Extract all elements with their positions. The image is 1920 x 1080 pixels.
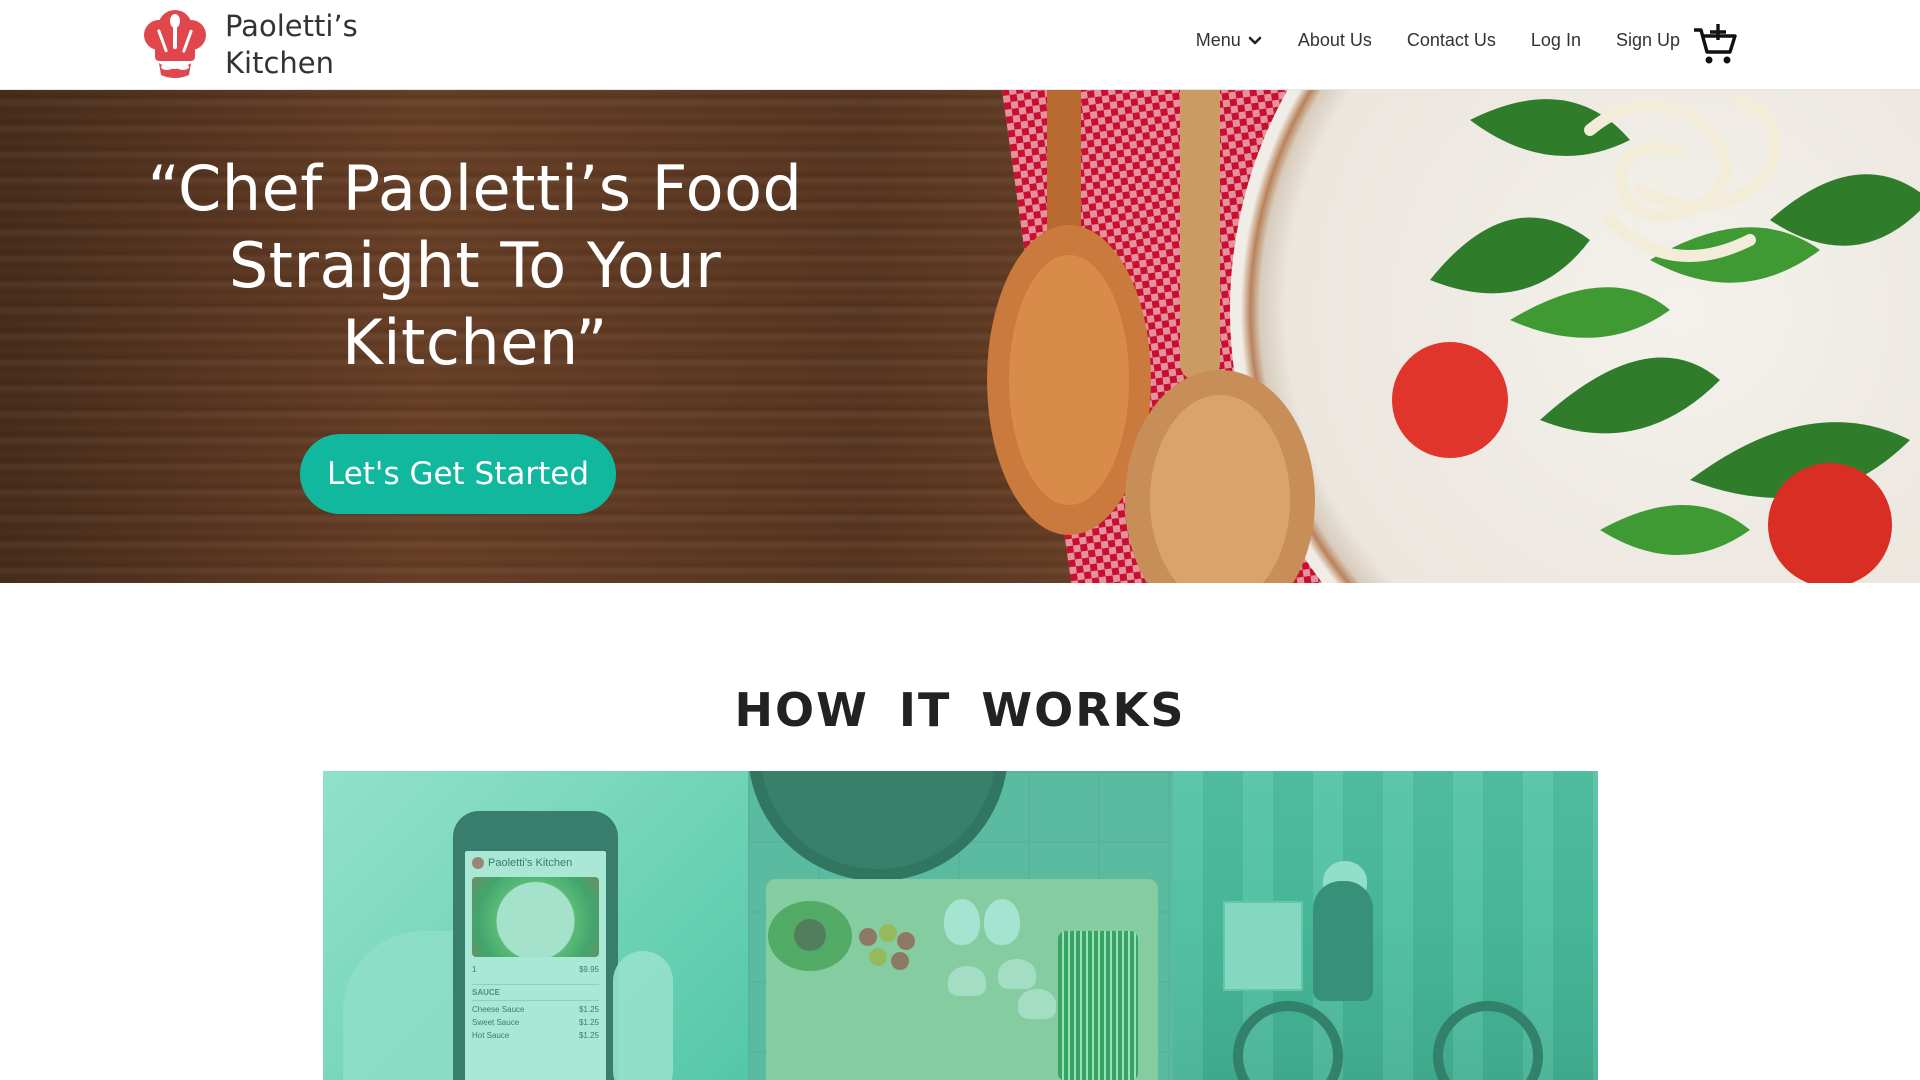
app-logo-icon: [472, 857, 484, 869]
mushroom: [998, 959, 1036, 989]
delivery-rider: [1313, 881, 1373, 1001]
cherry-tomatoes: [859, 924, 915, 970]
brand-name-line2: Kitchen: [225, 46, 334, 80]
app-header: Paoletti’s Kitchen: [472, 857, 599, 869]
salad-greens-image: [1392, 94, 1920, 583]
app-quantity-row: 1 $9.95: [472, 965, 599, 974]
phone-screen: Paoletti’s Kitchen 1 $9.95 SAUCE Cheese …: [465, 851, 606, 1080]
mushroom: [1018, 989, 1056, 1019]
step-order-online-image: Paoletti’s Kitchen 1 $9.95 SAUCE Cheese …: [323, 771, 748, 1080]
app-option-price: $1.25: [578, 1018, 599, 1027]
brand[interactable]: Paoletti’s Kitchen: [141, 8, 358, 82]
nav-menu-dropdown[interactable]: Menu: [1196, 30, 1263, 51]
app-option-name: Sweet Sauce: [472, 1018, 520, 1027]
nav-contact-us[interactable]: Contact Us: [1407, 30, 1496, 51]
nav-menu-label: Menu: [1195, 30, 1241, 50]
top-navbar: Paoletti’s Kitchen Menu About Us Contact…: [0, 0, 1920, 90]
app-option-row: Cheese Sauce $1.25: [472, 1005, 599, 1014]
how-it-works-steps: Paoletti’s Kitchen 1 $9.95 SAUCE Cheese …: [323, 771, 1598, 1080]
delivery-boxes: [1223, 901, 1303, 991]
app-section-label: SAUCE: [472, 984, 599, 1001]
app-option-name: Hot Sauce: [472, 1031, 510, 1040]
app-option-row: Sweet Sauce $1.25: [472, 1018, 599, 1027]
app-option-price: $1.25: [578, 1031, 599, 1040]
app-food-photo: [472, 877, 599, 957]
app-option-row: Hot Sauce $1.25: [472, 1031, 599, 1040]
nav-log-in[interactable]: Log In: [1531, 30, 1581, 51]
step-ingredients-image: [748, 771, 1173, 1080]
add-to-cart-icon[interactable]: [1692, 22, 1738, 66]
app-option-price: $1.25: [578, 1005, 599, 1014]
app-quantity: 1: [472, 965, 477, 974]
step-delivery-image: [1173, 771, 1598, 1080]
nav-sign-up[interactable]: Sign Up: [1616, 30, 1680, 51]
app-option-name: Cheese Sauce: [472, 1005, 525, 1014]
egg: [944, 899, 980, 945]
egg: [984, 899, 1020, 945]
scallions: [1058, 931, 1138, 1080]
nav-links: Menu About Us Contact Us Log In Sign Up: [1196, 30, 1680, 51]
how-it-works-title: HOW IT WORKS: [734, 683, 1186, 737]
hero-quote: “Chef Paoletti’s Food Straight To Your K…: [147, 152, 803, 379]
mushroom: [948, 966, 986, 996]
thumb: [613, 951, 673, 1080]
nav-about-us[interactable]: About Us: [1298, 30, 1372, 51]
brand-name: Paoletti’s Kitchen: [225, 8, 358, 82]
avocado: [768, 901, 852, 971]
get-started-button[interactable]: Let's Get Started: [300, 434, 616, 514]
brand-name-line1: Paoletti’s: [225, 9, 358, 43]
app-price: $9.95: [578, 965, 599, 974]
chef-hat-logo-icon: [144, 10, 206, 78]
wooden-spoon-image-2: [1125, 90, 1315, 583]
hero-banner: “Chef Paoletti’s Food Straight To Your K…: [0, 90, 1920, 583]
app-title: Paoletti’s Kitchen: [488, 857, 573, 869]
phone: Paoletti’s Kitchen 1 $9.95 SAUCE Cheese …: [453, 811, 618, 1080]
chevron-down-icon: [1248, 36, 1262, 44]
